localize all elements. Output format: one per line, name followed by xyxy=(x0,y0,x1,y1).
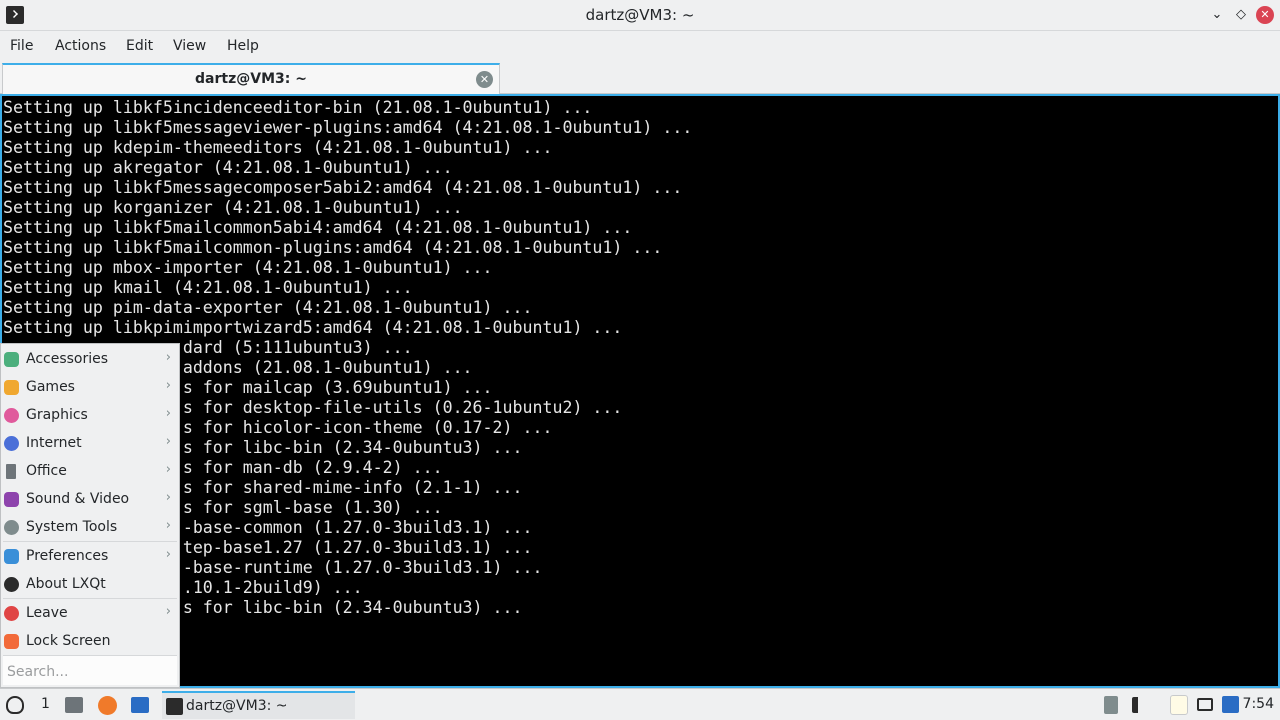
terminal-line: Setting up akregator (4:21.08.1-0ubuntu1… xyxy=(3,158,453,177)
menu-edit[interactable]: Edit xyxy=(126,38,153,54)
menu-view[interactable]: View xyxy=(173,38,206,54)
terminal-line: Setting up libkf5mailcommon-plugins:amd6… xyxy=(3,238,663,257)
menu-file[interactable]: File xyxy=(10,38,33,54)
menu-item-lock-screen[interactable]: Lock Screen xyxy=(1,628,179,654)
sound-video-icon xyxy=(4,492,19,507)
menu-item-office[interactable]: Office › xyxy=(1,458,179,484)
desktop: dartz@VM3: ~ ⌄ ◇ ✕ File Actions Edit Vie… xyxy=(0,0,1280,720)
firefox-icon[interactable] xyxy=(98,696,117,715)
clipboard-icon[interactable] xyxy=(1170,695,1188,715)
menu-separator xyxy=(3,541,177,542)
about-icon xyxy=(4,577,19,592)
menu-search-input[interactable] xyxy=(7,662,173,682)
tab-label: dartz@VM3: ~ xyxy=(195,71,307,87)
menu-item-sound-video[interactable]: Sound & Video › xyxy=(1,486,179,512)
window-titlebar[interactable]: dartz@VM3: ~ ⌄ ◇ ✕ xyxy=(0,0,1280,31)
terminal-line: Setting up libkf5messagecomposer5abi2:am… xyxy=(3,178,683,197)
menu-item-system-tools[interactable]: System Tools › xyxy=(1,514,179,540)
menu-item-label: Games xyxy=(26,379,75,395)
menu-item-label: Accessories xyxy=(26,351,109,367)
tab-terminal[interactable]: dartz@VM3: ~ ✕ xyxy=(2,63,500,94)
chevron-right-icon: › xyxy=(165,406,171,421)
leave-icon xyxy=(4,606,19,621)
menu-item-games[interactable]: Games › xyxy=(1,374,179,400)
menu-item-graphics[interactable]: Graphics › xyxy=(1,402,179,428)
taskbar: 1 dartz@VM3: ~ 7:54 xyxy=(0,688,1280,720)
chevron-right-icon: › xyxy=(165,350,171,365)
chevron-right-icon: › xyxy=(165,518,171,533)
menu-item-label: Leave xyxy=(26,605,68,621)
chevron-right-icon: › xyxy=(165,378,171,393)
terminal-line: Setting up kdepim-themeeditors (4:21.08.… xyxy=(3,138,553,157)
clock[interactable]: 7:54 xyxy=(1243,696,1274,712)
application-menu: Accessories › Games › Graphics › Interne… xyxy=(0,343,180,688)
terminal-line: Setting up libkpimimportwizard5:amd64 (4… xyxy=(3,318,623,337)
menu-item-label: Sound & Video xyxy=(26,491,130,507)
menu-item-label: Internet xyxy=(26,435,82,451)
chevron-right-icon: › xyxy=(165,434,171,449)
games-icon xyxy=(4,380,19,395)
menu-item-label: Preferences xyxy=(26,548,109,564)
display-icon[interactable] xyxy=(1197,698,1213,711)
storage-icon[interactable] xyxy=(1104,696,1118,714)
chevron-right-icon: › xyxy=(165,604,171,619)
terminal-line: Setting up libkf5mailcommon5abi4:amd64 (… xyxy=(3,218,633,237)
terminal-output[interactable]: Setting up libkf5incidenceeditor-bin (21… xyxy=(0,94,1280,688)
menu-search-box[interactable] xyxy=(3,655,177,685)
menu-item-label: Lock Screen xyxy=(26,633,111,649)
show-desktop-icon[interactable] xyxy=(131,697,149,713)
menu-item-label: Graphics xyxy=(26,407,88,423)
menubar: File Actions Edit View Help xyxy=(0,32,1280,62)
menu-actions[interactable]: Actions xyxy=(55,38,106,54)
lock-icon xyxy=(4,634,19,649)
task-label: dartz@VM3: ~ xyxy=(186,698,288,714)
preferences-icon xyxy=(4,549,19,564)
tab-bar: dartz@VM3: ~ ✕ xyxy=(0,62,1280,94)
taskbar-task-terminal[interactable]: dartz@VM3: ~ xyxy=(162,691,355,719)
menu-item-leave[interactable]: Leave › xyxy=(1,600,179,626)
chevron-right-icon: › xyxy=(165,547,171,562)
menu-item-accessories[interactable]: Accessories › xyxy=(1,346,179,372)
internet-icon xyxy=(4,436,19,451)
system-tools-icon xyxy=(4,520,19,535)
office-icon xyxy=(6,464,16,479)
graphics-icon xyxy=(4,408,19,423)
close-button[interactable]: ✕ xyxy=(1256,6,1274,24)
minimize-button[interactable]: ⌄ xyxy=(1208,6,1226,24)
terminal-line: Setting up mbox-importer (4:21.08.1-0ubu… xyxy=(3,258,493,277)
volume-icon[interactable] xyxy=(1132,697,1148,713)
terminal-line: Setting up pim-data-exporter (4:21.08.1-… xyxy=(3,298,533,317)
terminal-line: Setting up kmail (4:21.08.1-0ubuntu1) ..… xyxy=(3,278,413,297)
terminal-line: Setting up korganizer (4:21.08.1-0ubuntu… xyxy=(3,198,463,217)
desktop-switcher[interactable]: 1 xyxy=(41,696,50,712)
chevron-right-icon: › xyxy=(165,462,171,477)
maximize-button[interactable]: ◇ xyxy=(1232,6,1250,24)
menu-separator xyxy=(3,598,177,599)
terminal-icon xyxy=(166,698,183,715)
main-menu-button[interactable] xyxy=(6,696,24,714)
menu-item-internet[interactable]: Internet › xyxy=(1,430,179,456)
terminal-line: Setting up libkf5messageviewer-plugins:a… xyxy=(3,118,693,137)
menu-item-label: Office xyxy=(26,463,67,479)
terminal-line: Setting up libkf5incidenceeditor-bin (21… xyxy=(3,98,593,117)
accessories-icon xyxy=(4,352,19,367)
network-icon[interactable] xyxy=(1222,696,1239,713)
window-title: dartz@VM3: ~ xyxy=(585,6,695,24)
tab-close-icon[interactable]: ✕ xyxy=(476,71,493,88)
menu-help[interactable]: Help xyxy=(227,38,259,54)
menu-item-label: About LXQt xyxy=(26,576,106,592)
file-manager-icon[interactable] xyxy=(65,697,83,713)
menu-item-about-lxqt[interactable]: About LXQt xyxy=(1,571,179,597)
menu-item-preferences[interactable]: Preferences › xyxy=(1,543,179,569)
chevron-right-icon: › xyxy=(165,490,171,505)
menu-item-label: System Tools xyxy=(26,519,118,535)
